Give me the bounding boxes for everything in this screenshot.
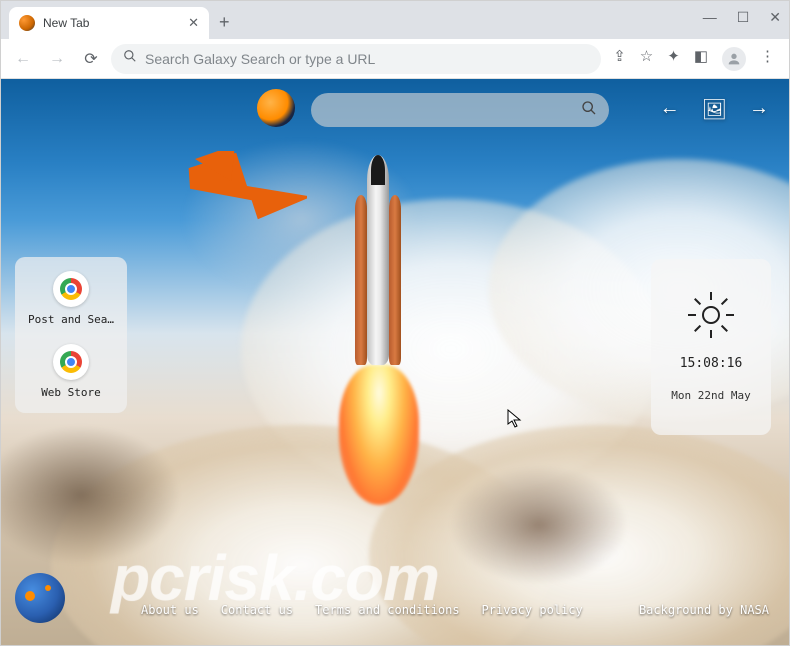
clock-date: Mon 22nd May [671,389,750,402]
clock-time: 15:08:16 [680,356,743,371]
footer-credit: Background by NASA [639,603,769,617]
extensions-icon[interactable]: ✦ [667,47,680,71]
shortcut-panel: Post and Sea… Web Store [15,257,127,413]
browser-tab[interactable]: New Tab ✕ [9,7,209,39]
browser-window: New Tab ✕ + — ☐ ✕ ← → ⟳ Search Galaxy Se… [0,0,790,646]
tile-label: Web Store [41,386,101,399]
sun-icon [688,292,734,338]
sidepanel-icon[interactable]: ◧ [694,47,708,71]
newtab-content: ← 🖼 → Post and Sea… Web Store 15:08:16 [1,79,789,645]
footer-about[interactable]: About us [141,603,199,617]
shortcut-tile[interactable]: Web Store [41,344,101,399]
gallery-icon[interactable]: 🖼 [702,97,727,122]
rocket-flame [339,365,419,505]
bookmark-icon[interactable]: ☆ [640,47,653,71]
weather-widget[interactable]: 15:08:16 Mon 22nd May [651,259,771,435]
search-icon[interactable] [581,100,597,121]
booster-right [389,195,401,365]
tile-icon [53,271,89,307]
orbiter [367,155,389,365]
extension-logo[interactable] [257,89,295,127]
tab-close-icon[interactable]: ✕ [188,15,199,31]
browser-toolbar: ← → ⟳ Search Galaxy Search or type a URL… [1,39,789,79]
reload-button[interactable]: ⟳ [77,45,105,73]
window-controls: — ☐ ✕ [703,9,781,26]
back-button[interactable]: ← [9,45,37,73]
footer-contact[interactable]: Contact us [221,603,293,617]
footer-terms[interactable]: Terms and conditions [315,603,460,617]
launch-smoke [449,465,629,585]
shortcut-tile[interactable]: Post and Sea… [28,271,114,326]
booster-left [355,195,367,365]
top-nav: ← 🖼 → [660,97,769,122]
nav-next-icon[interactable]: → [749,97,769,122]
minimize-button[interactable]: — [703,9,717,26]
titlebar: New Tab ✕ + — ☐ ✕ [1,1,789,39]
menu-icon[interactable]: ⋮ [760,47,775,71]
nav-back-icon[interactable]: ← [660,97,680,122]
tile-label: Post and Sea… [28,313,114,326]
forward-button[interactable]: → [43,45,71,73]
omnibox[interactable]: Search Galaxy Search or type a URL [111,44,601,74]
toolbar-actions: ⇪ ☆ ✦ ◧ ⋮ [607,47,781,71]
close-button[interactable]: ✕ [769,9,781,26]
footer-logo[interactable] [15,573,65,623]
new-tab-button[interactable]: + [219,13,230,31]
chrome-icon [60,278,82,300]
omnibox-placeholder: Search Galaxy Search or type a URL [145,51,589,67]
footer-privacy[interactable]: Privacy policy [482,603,583,617]
share-icon[interactable]: ⇪ [613,47,626,71]
page-search-input[interactable] [311,93,609,127]
tab-favicon [19,15,35,31]
footer-links: About us Contact us Terms and conditions… [141,603,769,617]
tab-title: New Tab [43,16,188,30]
rocket [363,155,393,385]
search-icon [123,49,137,68]
chrome-icon [60,351,82,373]
maximize-button[interactable]: ☐ [737,9,750,26]
profile-avatar[interactable] [722,47,746,71]
tile-icon [53,344,89,380]
